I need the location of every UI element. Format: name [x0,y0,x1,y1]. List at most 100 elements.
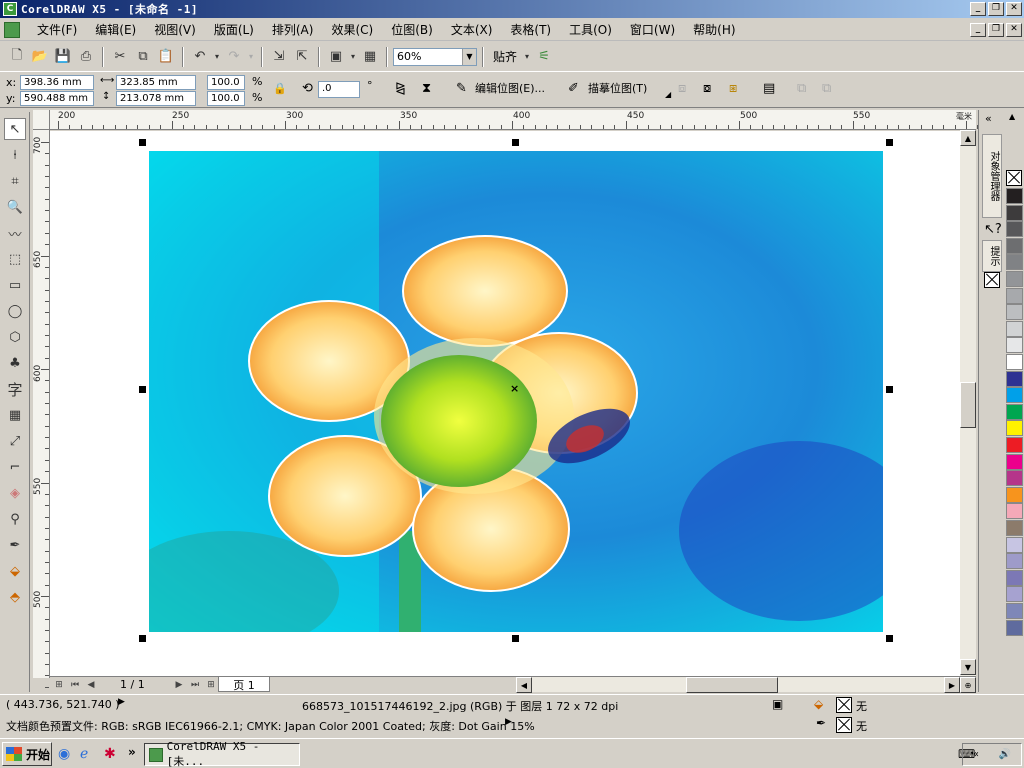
zoom-dropdown-icon[interactable]: ▼ [462,48,476,65]
lock-ratio-icon[interactable]: 🔒 [273,82,287,95]
selection-handle-n[interactable] [512,139,519,146]
print-icon[interactable]: ⎙ [75,46,97,68]
menu-effects[interactable]: 效果(C) [322,20,382,40]
zoom-level-combobox[interactable]: 60% ▼ [393,47,477,66]
rectangle-tool-icon[interactable]: ▭ [4,274,26,296]
options-icon[interactable]: ⚟ [533,46,555,68]
mirror-vertical-icon[interactable]: ⧗ [422,81,431,96]
tray-expand-icon[interactable]: « [973,749,979,760]
bitmap-color-mask-icon[interactable]: ⧆ [729,81,737,96]
palette-swatch[interactable] [1006,586,1023,603]
palette-scroll-up-icon[interactable]: ▲ [1009,112,1015,121]
horizontal-ruler[interactable]: 200 250 300 350 400 450 500 550 毫米 [50,110,979,130]
width-field[interactable]: 323.85 mm [116,75,196,90]
doc-restore-button[interactable]: ❐ [988,23,1004,37]
palette-swatch[interactable] [1006,569,1023,586]
palette-swatch[interactable] [1006,553,1023,570]
new-document-icon[interactable]: 🗋 [6,46,28,68]
vertical-scrollbar[interactable]: ▲ ▼ [960,130,976,676]
menu-text[interactable]: 文本(X) [442,20,502,40]
selection-handle-e[interactable] [886,386,893,393]
next-page-icon[interactable]: ▶ [172,678,186,692]
menu-table[interactable]: 表格(T) [501,20,560,40]
menu-edit[interactable]: 编辑(E) [86,20,145,40]
horizontal-scrollbar[interactable]: ◀ ▶ ⊕ [516,676,976,693]
text-tool-icon[interactable]: 字 [4,378,26,400]
palette-swatch[interactable] [1006,221,1023,238]
no-color-swatch[interactable] [1006,170,1022,186]
selection-handle-sw[interactable] [139,635,146,642]
pick-tool-icon[interactable]: ↖ [4,118,26,140]
scroll-down-icon[interactable]: ▼ [960,659,976,675]
paste-icon[interactable]: 📋 [155,46,177,68]
palette-swatch[interactable] [1006,320,1023,337]
palette-swatch[interactable] [1006,370,1023,387]
application-launcher-icon[interactable]: ▣ [325,46,347,68]
snap-to-button[interactable]: 贴齐 [489,48,521,65]
to-back-icon[interactable]: ⧉ [822,81,831,96]
selection-handle-w[interactable] [139,386,146,393]
crop-tool-icon[interactable]: ⌗ [4,170,26,192]
chrome-icon[interactable]: ◉ [58,746,70,762]
wrap-text-icon[interactable]: ▤ [763,81,775,96]
palette-swatch[interactable] [1006,354,1023,370]
quicklaunch-app-icon[interactable]: ✱ [104,746,116,762]
fill-none-swatch[interactable] [836,697,852,713]
eyedropper-tool-icon[interactable]: ⚲ [4,508,26,530]
table-tool-icon[interactable]: ▦ [4,404,26,426]
save-icon[interactable]: 💾 [52,46,74,68]
outline-tool-icon[interactable]: ✒ [4,534,26,556]
add-page-after-icon[interactable]: ⊞ [204,678,218,692]
scroll-right-icon[interactable]: ▶ [944,677,960,693]
menu-file[interactable]: 文件(F) [28,20,86,40]
palette-swatch[interactable] [1006,287,1023,304]
palette-swatch[interactable] [1006,420,1023,437]
trace-dropdown-icon[interactable]: ◢ [665,90,671,99]
coreldraw-app-icon[interactable]: C [3,2,17,16]
scroll-left-icon[interactable]: ◀ [516,677,532,693]
ruler-origin[interactable] [33,110,50,130]
connector-tool-icon[interactable]: ⌐ [4,456,26,478]
object-manager-tab[interactable]: 对象管理器 [982,134,1002,218]
menu-help[interactable]: 帮助(H) [684,20,744,40]
x-position-field[interactable]: 398.36 mm [20,75,94,90]
cut-icon[interactable]: ✂ [109,46,131,68]
page-tab-1[interactable]: 页 1 [218,677,270,692]
dimension-tool-icon[interactable]: ⤢ [4,430,26,452]
quicklaunch-more-icon[interactable]: » [128,745,136,759]
height-field[interactable]: 213.078 mm [116,91,196,106]
first-page-icon[interactable]: ⏮ [68,678,82,692]
undo-icon[interactable]: ↶ [189,46,211,68]
scale-y-field[interactable]: 100.0 [207,91,245,106]
menu-tools[interactable]: 工具(O) [560,20,621,40]
palette-swatch[interactable] [1006,453,1023,470]
blend-tool-icon[interactable]: ◈ [4,482,26,504]
palette-swatch[interactable] [1006,337,1023,354]
palette-swatch[interactable] [1006,437,1023,453]
taskbar-coreldraw-item[interactable]: CorelDRAW X5 - [未... [144,740,300,768]
doc-close-button[interactable]: ✕ [1006,23,1022,37]
redo-icon[interactable]: ↷ [223,46,245,68]
to-front-icon[interactable]: ⧉ [797,81,806,96]
export-icon[interactable]: ⇱ [291,46,313,68]
import-icon[interactable]: ⇲ [268,46,290,68]
redo-dropdown-icon[interactable]: ▾ [246,46,256,68]
horizontal-scroll-thumb[interactable] [686,677,778,693]
add-page-before-icon[interactable]: ⊞ [52,678,66,692]
selection-handle-se[interactable] [886,635,893,642]
palette-swatch[interactable] [1006,271,1023,287]
open-icon[interactable]: 📂 [29,46,51,68]
shape-tool-icon[interactable]: ⍿ [4,144,26,166]
resample-icon[interactable]: ⧇ [703,81,711,96]
selection-handle-nw[interactable] [139,139,146,146]
volume-icon[interactable]: 🔊 [999,749,1011,760]
last-page-icon[interactable]: ⏭ [188,678,202,692]
doc-minimize-button[interactable]: _ [970,23,986,37]
scroll-up-icon[interactable]: ▲ [960,130,976,146]
close-button[interactable]: ✕ [1006,2,1022,16]
palette-swatch[interactable] [1006,304,1023,321]
mirror-horizontal-icon[interactable]: ⧎ [395,81,406,96]
menu-arrange[interactable]: 排列(A) [263,20,323,40]
rotation-angle-field[interactable]: .0 [318,81,360,98]
outline-none-swatch[interactable] [836,717,852,733]
